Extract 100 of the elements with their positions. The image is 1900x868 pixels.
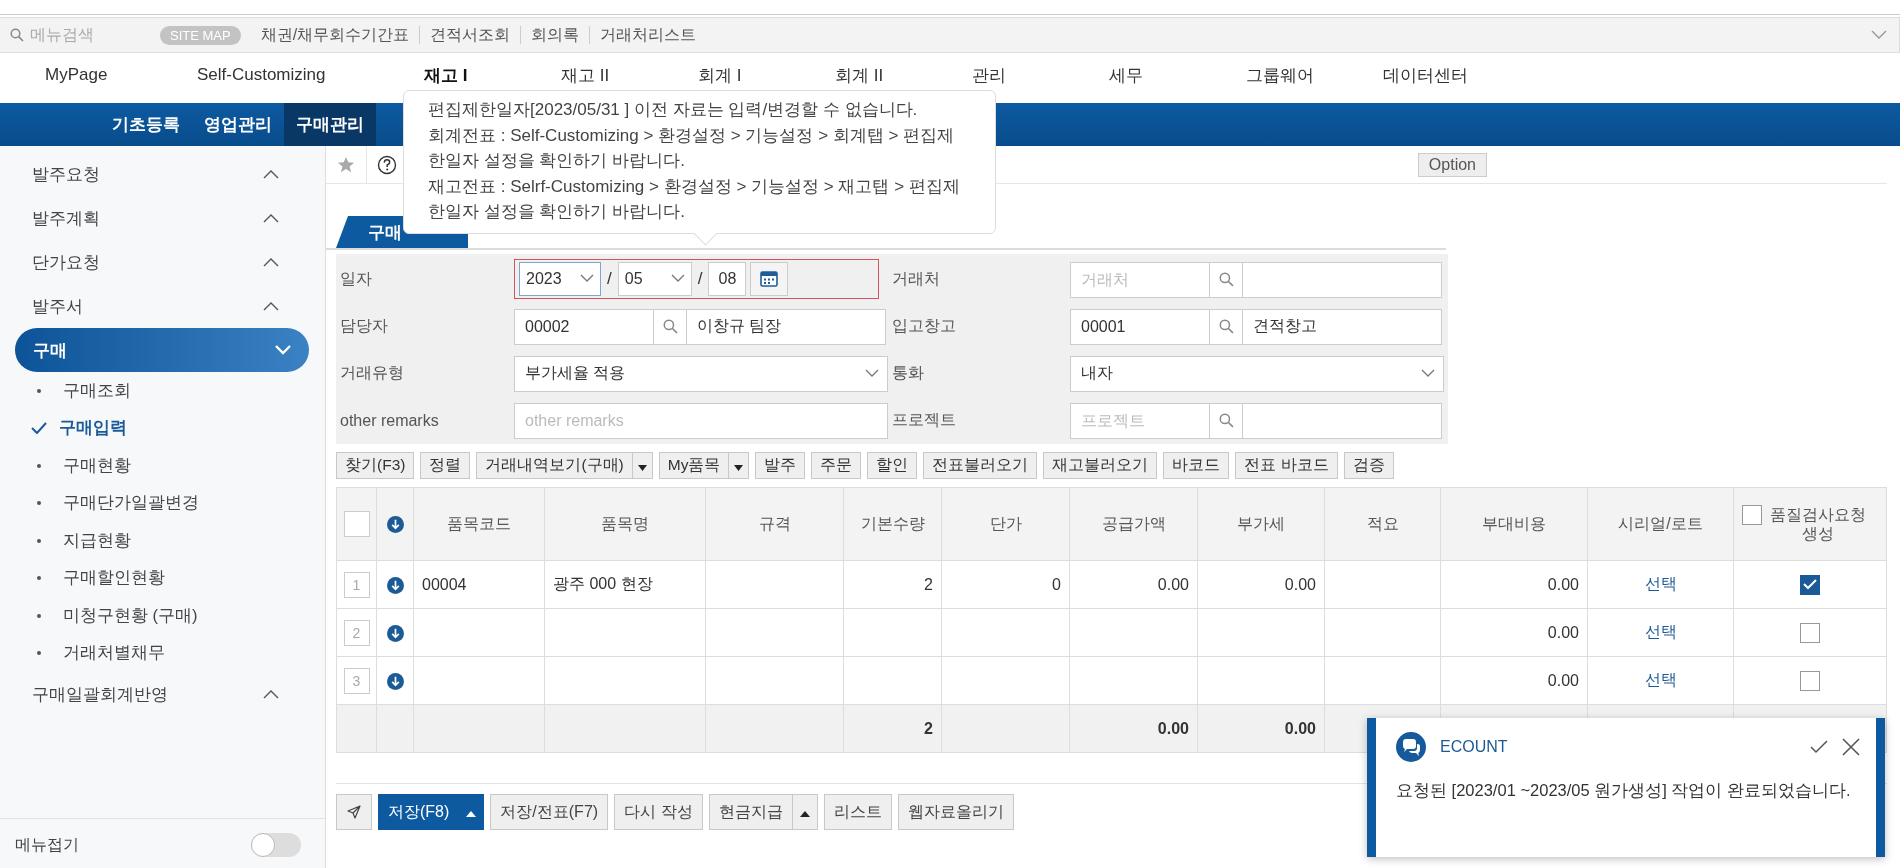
code-field[interactable]: 프로젝트: [1070, 402, 1210, 439]
main-menu-item[interactable]: Self-Customizing: [197, 65, 424, 85]
action-button[interactable]: 리스트: [823, 794, 892, 830]
module-tab[interactable]: 기초등록: [100, 103, 192, 146]
sidebar-item[interactable]: 구매단가일괄변경: [63, 492, 199, 515]
toolbar-button[interactable]: My품목: [658, 452, 730, 479]
menu-search-field[interactable]: 메뉴검색: [28, 25, 152, 45]
action-button[interactable]: 저장(F8): [378, 794, 460, 830]
chevron-icon: [263, 169, 279, 179]
module-tab[interactable]: 영업관리: [192, 103, 284, 146]
table-cell: 0.00: [1547, 671, 1579, 689]
help-icon[interactable]: [377, 154, 397, 175]
table-cell: 00004: [422, 575, 467, 593]
sidebar-item[interactable]: 구매현황: [63, 454, 131, 477]
main-menu-item[interactable]: 그룹웨어: [1246, 63, 1383, 87]
column-header: 품목명: [544, 487, 706, 561]
sidebar-group[interactable]: 발주요청: [0, 152, 311, 196]
search-button[interactable]: [1210, 402, 1242, 439]
sidebar-item[interactable]: 구매조회: [63, 379, 131, 402]
row-checkbox[interactable]: [1800, 622, 1820, 643]
chevron-icon: [263, 689, 279, 699]
date-separator: /: [697, 268, 703, 289]
code-field[interactable]: 00001: [1070, 308, 1210, 345]
calendar-button[interactable]: [750, 261, 789, 296]
toolbar-button[interactable]: 거래내역보기(구매): [476, 452, 633, 479]
month-select[interactable]: 05: [617, 261, 692, 296]
name-field[interactable]: 견적창고: [1242, 308, 1442, 345]
sidebar-group[interactable]: 단가요청: [0, 240, 311, 284]
chevron-down-icon: [1421, 369, 1435, 378]
check-icon[interactable]: [1810, 740, 1828, 754]
select-field[interactable]: 내자: [1070, 355, 1444, 392]
quick-link[interactable]: 거래처리스트: [590, 24, 707, 46]
toolbar-button[interactable]: 전표불러오기: [923, 452, 1038, 479]
sidebar-group[interactable]: 발주서: [0, 284, 311, 328]
toolbar-button[interactable]: 주문: [811, 452, 862, 479]
select-link[interactable]: 선택: [1644, 575, 1677, 592]
toolbar-button[interactable]: 정렬: [420, 452, 471, 479]
sidebar-item[interactable]: 구매할인현황: [63, 567, 165, 590]
action-button[interactable]: 현금지급: [708, 794, 793, 830]
search-button[interactable]: [654, 308, 686, 345]
action-button[interactable]: 다시 작성: [614, 794, 703, 830]
table-cell: 0.00: [1284, 575, 1316, 593]
dropdown-button[interactable]: [459, 794, 485, 830]
day-field[interactable]: 08: [708, 261, 747, 296]
main-menu-item[interactable]: 데이터센터: [1383, 63, 1468, 87]
main-menu-item[interactable]: 재고 II: [561, 63, 698, 87]
module-tab[interactable]: 구매관리: [284, 103, 376, 146]
toolbar-button[interactable]: 발주: [755, 452, 806, 479]
name-field[interactable]: [1242, 402, 1442, 439]
text-field[interactable]: other remarks: [514, 402, 888, 439]
sidebar-item[interactable]: 미청구현황 (구매): [63, 604, 198, 627]
option-button[interactable]: Option: [1417, 152, 1487, 177]
toolbar-button[interactable]: 할인: [867, 452, 918, 479]
table-cell: 광주 000 현장: [553, 575, 653, 592]
main-menu-item[interactable]: 세무: [1109, 63, 1246, 87]
select-link[interactable]: 선택: [1644, 671, 1677, 688]
toolbar-button[interactable]: 전표 바코드: [1235, 452, 1338, 479]
row-checkbox[interactable]: [1800, 670, 1820, 691]
search-button[interactable]: [1210, 261, 1242, 298]
search-icon: [662, 319, 678, 334]
action-button[interactable]: 웹자료올리기: [897, 794, 1014, 830]
year-select[interactable]: 2023: [519, 261, 601, 296]
sidebar-group[interactable]: 구매: [15, 328, 309, 372]
code-field[interactable]: 00002: [514, 308, 654, 345]
toolbar-button[interactable]: 찾기(F3): [336, 452, 415, 479]
action-button[interactable]: 저장/전표(F7): [490, 794, 609, 830]
main-menu-item[interactable]: 회계 I: [698, 63, 835, 87]
name-field[interactable]: 이창규 팀장: [686, 308, 886, 345]
code-field[interactable]: 거래처: [1070, 261, 1210, 298]
toolbar-button[interactable]: 재고불러오기: [1043, 452, 1158, 479]
close-icon[interactable]: [1842, 738, 1860, 756]
chevron-icon: [263, 301, 279, 311]
toolbar-button[interactable]: 바코드: [1163, 452, 1230, 479]
row-checkbox[interactable]: [1800, 574, 1820, 595]
sidebar-item[interactable]: 지급현황: [63, 529, 131, 552]
sidebar-group[interactable]: 구매일괄회계반영: [0, 672, 311, 716]
chevron-down-icon[interactable]: [1871, 30, 1887, 40]
main-menu-item[interactable]: MyPage: [45, 65, 197, 85]
select-link[interactable]: 선택: [1644, 623, 1677, 640]
sidebar-item[interactable]: 구매입력: [59, 417, 127, 440]
sidebar-item[interactable]: 거래처별채무: [63, 642, 165, 665]
star-icon[interactable]: [337, 155, 355, 174]
select-all-checkbox[interactable]: [343, 511, 370, 537]
main-menu-item[interactable]: 재고 I: [424, 63, 561, 87]
header-checkbox[interactable]: [1742, 504, 1762, 525]
search-button[interactable]: [1210, 308, 1242, 345]
chevron-icon: [263, 257, 279, 267]
main-menu-item[interactable]: 관리: [972, 63, 1109, 87]
send-icon: [347, 805, 361, 819]
quick-link[interactable]: 채권/채무회수기간표: [250, 24, 420, 46]
send-button[interactable]: [336, 794, 372, 830]
chevron-down-icon: [580, 274, 594, 283]
main-menu-item[interactable]: 회계 II: [835, 63, 972, 87]
select-field[interactable]: 부가세율 적용: [514, 355, 888, 392]
toggle-switch[interactable]: [251, 833, 301, 857]
quick-link[interactable]: 회의록: [521, 24, 590, 46]
quick-link[interactable]: 견적서조회: [420, 24, 521, 46]
toolbar-button[interactable]: 검증: [1343, 452, 1394, 479]
name-field[interactable]: [1242, 261, 1442, 298]
sidebar-group[interactable]: 발주계획: [0, 196, 311, 240]
